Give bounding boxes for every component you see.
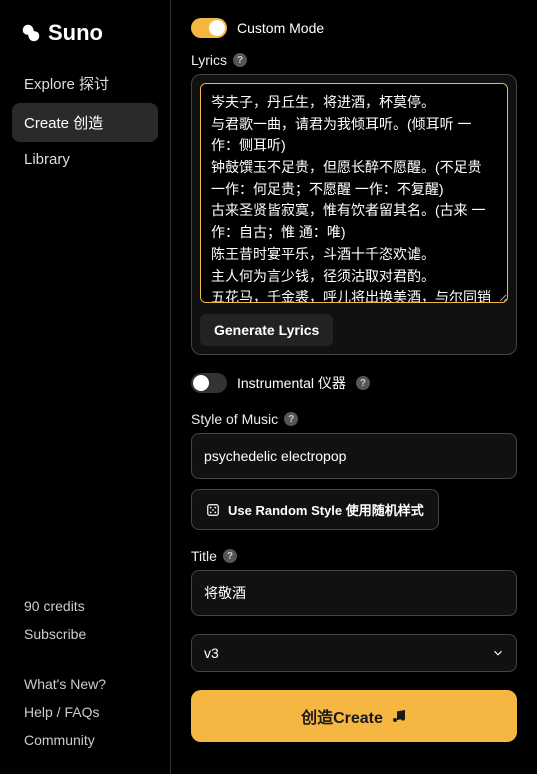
title-label: Title	[191, 548, 217, 564]
title-input[interactable]	[191, 570, 517, 616]
sidebar-item-create[interactable]: Create 创造	[12, 103, 158, 142]
generate-lyrics-button[interactable]: Generate Lyrics	[200, 314, 333, 346]
footer-whats-new[interactable]: What's New?	[12, 670, 158, 698]
subscribe-link[interactable]: Subscribe	[12, 620, 158, 648]
music-note-icon	[391, 708, 407, 724]
dice-icon	[206, 503, 220, 517]
lyrics-container: Generate Lyrics	[191, 74, 517, 355]
lyrics-input[interactable]	[200, 83, 508, 303]
footer-help[interactable]: Help / FAQs	[12, 698, 158, 726]
sidebar-item-explore[interactable]: Explore 探讨	[12, 64, 158, 103]
custom-mode-toggle[interactable]	[191, 18, 227, 38]
help-icon[interactable]: ?	[284, 412, 298, 426]
help-icon[interactable]: ?	[356, 376, 370, 390]
instrumental-label: Instrumental 仪器	[237, 373, 346, 393]
footer-community[interactable]: Community	[12, 726, 158, 754]
sidebar-item-library[interactable]: Library	[12, 142, 158, 177]
random-style-button[interactable]: Use Random Style 使用随机样式	[191, 489, 439, 530]
create-button[interactable]: 创造Create	[191, 690, 517, 742]
help-icon[interactable]: ?	[223, 549, 237, 563]
lyrics-label: Lyrics	[191, 52, 227, 68]
custom-mode-label: Custom Mode	[237, 20, 324, 36]
help-icon[interactable]: ?	[233, 53, 247, 67]
logo: Suno	[12, 20, 158, 64]
style-input[interactable]	[191, 433, 517, 479]
instrumental-toggle[interactable]	[191, 373, 227, 393]
credits-text: 90 credits	[12, 592, 158, 620]
version-select[interactable]: v3	[191, 634, 517, 672]
style-label: Style of Music	[191, 411, 278, 427]
logo-icon	[20, 22, 42, 44]
brand-name: Suno	[48, 20, 103, 46]
